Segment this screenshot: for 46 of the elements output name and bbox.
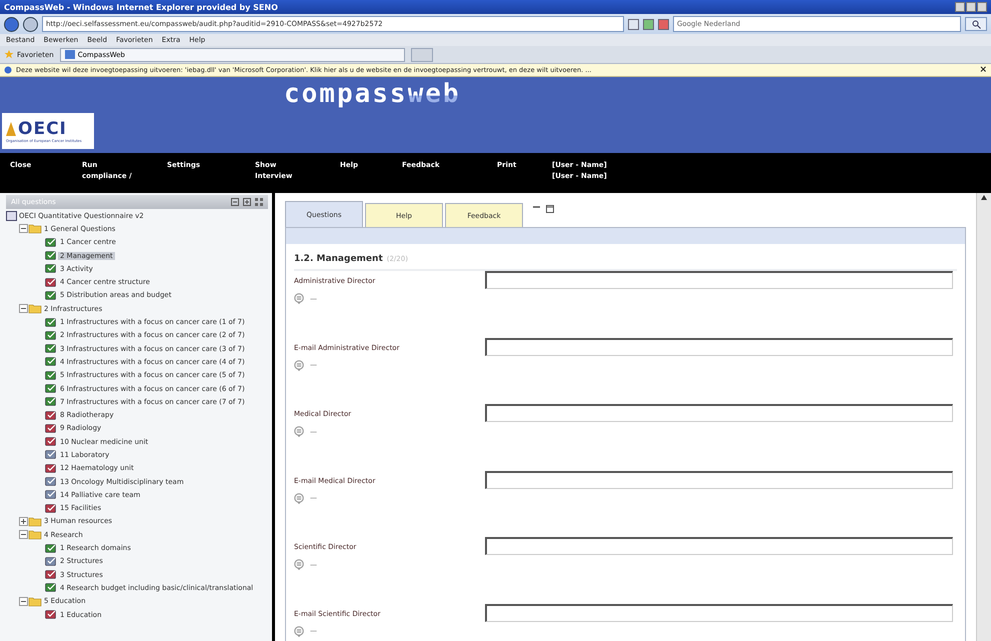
comment-icon[interactable]: [294, 559, 304, 570]
close-button[interactable]: ×: [979, 65, 987, 75]
dropdown-icon[interactable]: [628, 18, 639, 30]
stop-icon[interactable]: [658, 18, 669, 30]
maximize-button[interactable]: [966, 2, 976, 12]
refresh-icon[interactable]: [643, 18, 654, 30]
folder-icon: [28, 516, 42, 527]
input-field[interactable]: [485, 470, 953, 488]
collapse-all-icon[interactable]: [231, 198, 239, 206]
comment-icon[interactable]: [294, 293, 304, 304]
folder-icon: [28, 303, 42, 314]
collapse-icon[interactable]: [19, 224, 28, 234]
back-button[interactable]: [4, 16, 19, 32]
forward-button[interactable]: [23, 16, 38, 32]
collapse-icon[interactable]: [19, 530, 28, 540]
info-icon: [4, 66, 12, 74]
search-icon: [972, 20, 980, 28]
expand-icon[interactable]: [19, 516, 28, 526]
input-field[interactable]: [485, 404, 953, 422]
window-title: CompassWeb - Windows Internet Explorer provided by SENO: [4, 2, 278, 12]
comment-icon[interactable]: [294, 626, 304, 636]
folder-icon: [28, 596, 42, 607]
questionnaire-icon: [6, 210, 17, 221]
close-button[interactable]: [977, 2, 987, 12]
arrow-up-icon[interactable]: [981, 195, 987, 200]
section-title: 1.2. Management: [294, 254, 383, 264]
star-icon: [4, 50, 14, 59]
scrollbar[interactable]: [976, 193, 991, 641]
search-button[interactable]: [965, 17, 987, 31]
grid-icon[interactable]: [255, 198, 263, 206]
folder-icon: [28, 223, 42, 234]
comment-icon[interactable]: [294, 492, 304, 504]
brand-title: compassweb: [284, 79, 461, 109]
minimize-button[interactable]: [955, 2, 965, 12]
input-field[interactable]: [485, 338, 953, 356]
input-field[interactable]: [485, 604, 953, 622]
input-field[interactable]: [485, 271, 953, 289]
collapse-icon[interactable]: [19, 596, 28, 606]
webpage-icon: [64, 50, 75, 59]
expand-all-icon[interactable]: [243, 198, 251, 206]
comment-icon[interactable]: [294, 426, 304, 437]
folder-icon: [28, 529, 42, 540]
comment-icon[interactable]: [294, 360, 304, 370]
window-icon[interactable]: [546, 205, 554, 213]
collapse-icon[interactable]: [19, 304, 28, 314]
input-field[interactable]: [485, 537, 953, 555]
